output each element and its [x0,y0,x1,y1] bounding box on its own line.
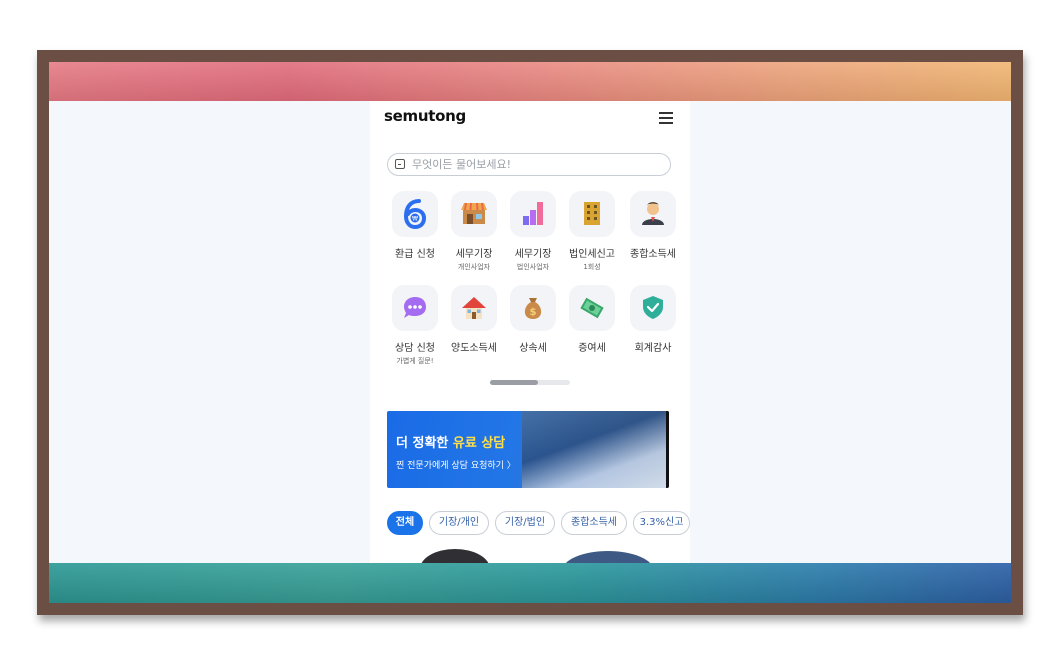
category-income-tax[interactable]: 종합소득세 [623,191,683,261]
banner-photo [522,411,669,488]
hamburger-menu-icon[interactable] [659,112,673,124]
category-label: 상속세 [519,343,547,354]
category-label: 증여세 [578,343,606,354]
app-logo[interactable]: semutong [384,107,466,125]
building-icon [569,191,615,237]
category-sublabel: 1회성 [583,263,601,271]
category-bookkeeping-corporate[interactable]: 세무기장 법인사업자 [503,191,563,272]
shield-check-icon [630,285,676,331]
scrollbar-thumb[interactable] [490,380,538,385]
storefront-icon [451,191,497,237]
svg-text:₩: ₩ [412,216,418,223]
category-sublabel: 개인사업자 [457,263,491,271]
banner-cta: 찐 전문가에게 상담 요청하기 〉 [396,461,516,471]
category-scrollbar[interactable] [490,380,570,385]
category-label: 법인세신고 [569,249,615,260]
category-transfer-tax[interactable]: 양도소득세 [444,285,504,355]
category-label: 종합소득세 [630,249,676,260]
expert-avatar[interactable] [562,551,654,563]
house-icon [451,285,497,331]
expert-avatar[interactable] [420,549,490,563]
filter-chip-bookkeeping-personal[interactable]: 기장/개인 [429,511,489,535]
category-consultation[interactable]: 상담 신청 가볍게 질문! [385,285,445,366]
filter-chip-bookkeeping-corporate[interactable]: 기장/법인 [495,511,555,535]
watercolor-bottom-band [49,563,1011,603]
money-bag-icon: $ [510,285,556,331]
search-bar[interactable] [387,153,671,176]
cash-icon [569,285,615,331]
paid-consultation-banner[interactable]: 더 정확한 유료 상담 찐 전문가에게 상담 요청하기 〉 [387,411,669,488]
banner-title-prefix: 더 정확한 [396,436,453,451]
category-label: 회계감사 [634,343,672,354]
filter-chip-all[interactable]: 전체 [387,511,423,535]
search-input[interactable] [412,156,662,173]
category-refund[interactable]: ₩ 환급 신청 [385,191,445,261]
refund-6-icon: ₩ [392,191,438,237]
category-corporate-tax[interactable]: 법인세신고 1회성 [562,191,622,272]
category-label: 상담 신청 [395,343,435,354]
svg-text:$: $ [530,307,537,318]
banner-title-highlight: 유료 상담 [452,436,506,451]
category-gift-tax[interactable]: 증여세 [562,285,622,355]
category-bookkeeping-personal[interactable]: 세무기장 개인사업자 [444,191,504,272]
category-audit[interactable]: 회계감사 [623,285,683,355]
bar-chart-icon [510,191,556,237]
category-label: 세무기장 [455,249,493,260]
filter-chip-income-tax[interactable]: 종합소득세 [561,511,627,535]
person-icon [630,191,676,237]
category-sublabel: 법인사업자 [516,263,550,271]
banner-edge [666,411,669,488]
category-label: 양도소득세 [451,343,497,354]
category-label: 세무기장 [514,249,552,260]
chat-search-icon [395,159,405,169]
mobile-screen: semutong ₩ 환급 신청 세무기장 개인사업자 [370,101,690,563]
category-sublabel: 가볍게 질문! [396,357,434,365]
frame-canvas: semutong ₩ 환급 신청 세무기장 개인사업자 [49,62,1011,603]
picture-frame: semutong ₩ 환급 신청 세무기장 개인사업자 [37,50,1023,615]
filter-chip-3-3-report[interactable]: 3.3%신고 [633,511,690,535]
watercolor-top-band [49,62,1011,101]
category-label: 환급 신청 [395,249,435,260]
banner-title: 더 정확한 유료 상담 [396,432,505,451]
chat-bubble-icon [392,285,438,331]
category-inheritance-tax[interactable]: $ 상속세 [503,285,563,355]
